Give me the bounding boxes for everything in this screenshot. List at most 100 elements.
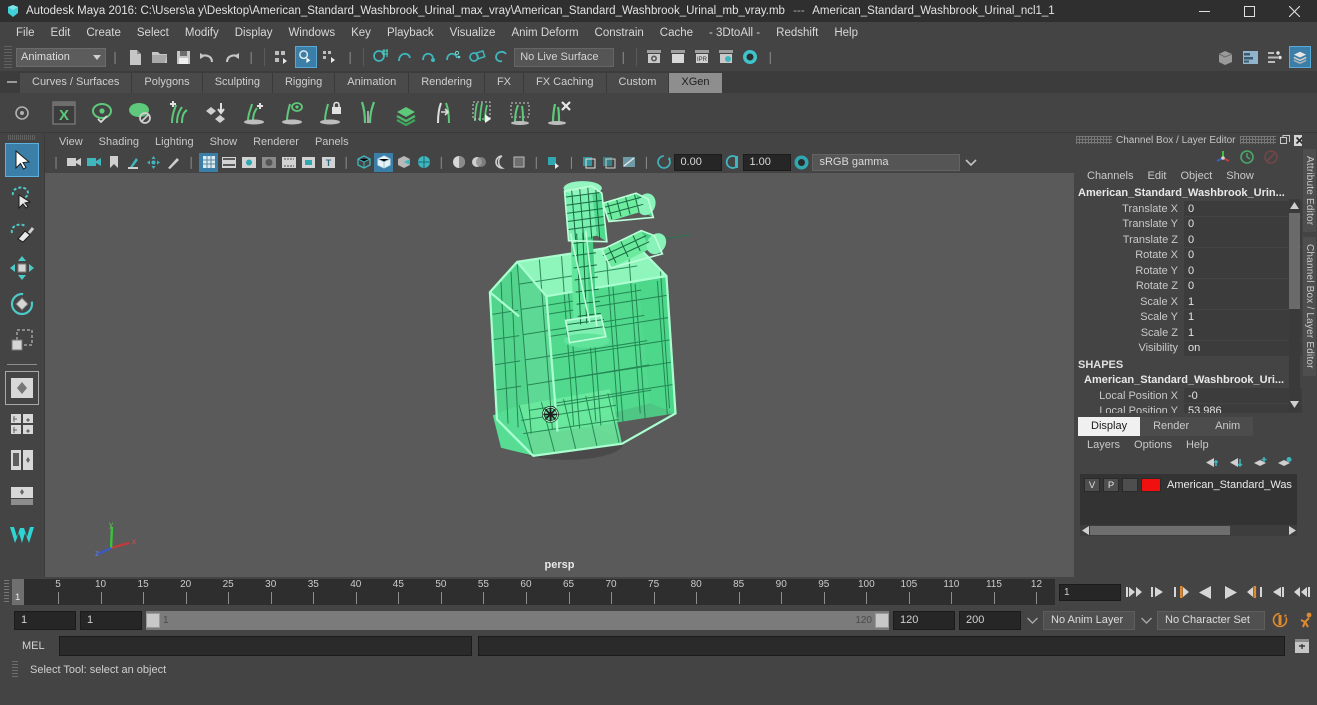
- show-hide-modeling-toolkit-icon[interactable]: [1214, 46, 1236, 68]
- new-scene-icon[interactable]: [124, 46, 146, 68]
- auto-keyframe-icon[interactable]: [1269, 610, 1291, 630]
- color-management-icon[interactable]: [792, 153, 811, 172]
- close-icon[interactable]: [1272, 0, 1317, 22]
- snap-to-curve-icon[interactable]: [394, 46, 416, 68]
- menu-key[interactable]: Key: [343, 25, 379, 41]
- layer-list[interactable]: V P American_Standard_Was: [1080, 474, 1297, 536]
- current-frame-field[interactable]: 1: [1059, 583, 1121, 601]
- character-set-chevron-down-icon[interactable]: [1139, 617, 1153, 624]
- menu-cache[interactable]: Cache: [652, 25, 701, 41]
- statusline-collapse-arrow-5[interactable]: ❘: [763, 50, 777, 64]
- xgen-add-description-icon[interactable]: [238, 97, 270, 129]
- xgen-bake-icon[interactable]: [504, 97, 536, 129]
- xray-active-components-icon[interactable]: [599, 153, 618, 172]
- resolution-gate-icon[interactable]: [239, 153, 258, 172]
- move-layer-up-icon[interactable]: [1204, 455, 1220, 471]
- select-by-component-icon[interactable]: [319, 46, 341, 68]
- xgen-split-guides-icon[interactable]: [352, 97, 384, 129]
- channel-row-translate-y[interactable]: Translate Y 0: [1074, 216, 1302, 233]
- menu-create[interactable]: Create: [78, 25, 129, 41]
- lasso-select-tool-icon[interactable]: [5, 179, 39, 213]
- manipulator-icon[interactable]: [1214, 148, 1232, 166]
- layer-playback-toggle[interactable]: P: [1103, 478, 1119, 492]
- go-to-start-icon[interactable]: [1123, 581, 1145, 603]
- channel-value[interactable]: 0: [1184, 232, 1302, 248]
- step-forward-keyframe-icon[interactable]: [1267, 581, 1289, 603]
- script-editor-icon[interactable]: [1291, 636, 1313, 656]
- layer-visibility-toggle[interactable]: V: [1084, 478, 1100, 492]
- isolate-select-icon[interactable]: [544, 153, 563, 172]
- select-tool-icon[interactable]: [5, 143, 39, 177]
- animation-preferences-icon[interactable]: [1295, 610, 1317, 630]
- layer-color-swatch[interactable]: [1141, 478, 1161, 492]
- perspective-viewport[interactable]: x y z persp: [45, 173, 1074, 577]
- viewport-menu-shading[interactable]: Shading: [91, 135, 147, 149]
- command-input-field[interactable]: [58, 636, 472, 656]
- render-settings-icon[interactable]: [715, 46, 737, 68]
- hscrollbar-thumb[interactable]: [1090, 526, 1230, 535]
- shelf-tab-fx[interactable]: FX: [484, 73, 525, 93]
- camera-attributes-icon[interactable]: [84, 153, 103, 172]
- viewport-toolbar-grip[interactable]: ❘: [49, 155, 63, 169]
- gamma-field[interactable]: 1.00: [743, 153, 792, 171]
- play-backwards-icon[interactable]: [1195, 581, 1217, 603]
- persp-graph-editor-layout-icon[interactable]: [5, 479, 39, 513]
- anim-layer-chevron-down-icon[interactable]: [1025, 617, 1039, 624]
- select-camera-icon[interactable]: [64, 153, 83, 172]
- layer-name[interactable]: American_Standard_Was: [1167, 479, 1292, 491]
- chevron-down-icon[interactable]: [961, 153, 980, 172]
- channel-row-rotate-x[interactable]: Rotate X 0: [1074, 247, 1302, 264]
- shelf-tab-rendering[interactable]: Rendering: [409, 73, 485, 93]
- exposure-icon[interactable]: [654, 153, 673, 172]
- menu-anim-deform[interactable]: Anim Deform: [503, 25, 586, 41]
- show-hide-attribute-editor-icon[interactable]: [1239, 46, 1261, 68]
- xgen-add-collection-icon[interactable]: [162, 97, 194, 129]
- step-back-frame-icon[interactable]: [1171, 581, 1193, 603]
- command-language-label[interactable]: MEL: [14, 640, 53, 652]
- time-slider-grip[interactable]: [0, 578, 12, 606]
- minimize-icon[interactable]: [1182, 0, 1227, 22]
- shelf-tab-rigging[interactable]: Rigging: [272, 73, 336, 93]
- use-default-lighting-icon[interactable]: [449, 153, 468, 172]
- new-layer-icon[interactable]: [1252, 455, 1268, 471]
- channel-value[interactable]: 1: [1184, 309, 1302, 325]
- scroll-right-icon[interactable]: [1287, 526, 1297, 535]
- render-current-frame-icon[interactable]: [667, 46, 689, 68]
- two-d-pan-zoom-icon[interactable]: [144, 153, 163, 172]
- viewport-menu-show[interactable]: Show: [202, 135, 246, 149]
- play-forwards-icon[interactable]: [1219, 581, 1241, 603]
- wireframe-shading-icon[interactable]: [354, 153, 373, 172]
- xgen-editor-icon[interactable]: X: [48, 97, 80, 129]
- film-origin-icon[interactable]: [279, 153, 298, 172]
- animation-start-time-field[interactable]: 1: [14, 610, 76, 630]
- bookmarks-icon[interactable]: [104, 153, 123, 172]
- statusline-collapse-arrow-4[interactable]: ❘: [616, 50, 630, 64]
- layer-list-horizontal-scrollbar[interactable]: [1080, 525, 1297, 536]
- xray-surfaces-icon[interactable]: [619, 153, 638, 172]
- single-perspective-layout-icon[interactable]: [5, 371, 39, 405]
- character-set-selector[interactable]: No Character Set: [1157, 610, 1265, 630]
- playback-end-time-field[interactable]: 120: [893, 610, 955, 630]
- xgen-convert-icon[interactable]: [428, 97, 460, 129]
- scrollbar-thumb[interactable]: [1289, 213, 1300, 309]
- go-to-end-icon[interactable]: [1291, 581, 1313, 603]
- range-end-handle[interactable]: [875, 612, 889, 628]
- time-slider-track[interactable]: 1 5 10 15 20 25 30 35 40 45 50 55 60 65 70 75 80 85 90 95 1…: [12, 579, 1055, 605]
- toolbox-grip-handle[interactable]: [8, 135, 36, 140]
- show-hide-channel-box-icon[interactable]: [1289, 46, 1311, 68]
- smooth-shade-all-icon[interactable]: [374, 152, 394, 172]
- channel-value[interactable]: on: [1184, 340, 1302, 356]
- shelf-grip-handle[interactable]: [4, 71, 20, 93]
- xgen-disable-preview-icon[interactable]: [124, 97, 156, 129]
- animation-end-time-field[interactable]: 200: [959, 610, 1021, 630]
- playback-start-time-field[interactable]: 1: [80, 610, 142, 630]
- xgen-lock-description-icon[interactable]: [314, 97, 346, 129]
- scroll-down-icon[interactable]: [1289, 398, 1300, 411]
- live-surface-field[interactable]: No Live Surface: [514, 47, 615, 67]
- new-layer-from-selected-icon[interactable]: [1276, 455, 1292, 471]
- channel-box-menu-channels[interactable]: Channels: [1080, 169, 1140, 183]
- select-by-hierarchy-icon[interactable]: [271, 46, 293, 68]
- menu-3dtoall[interactable]: - 3DtoAll -: [701, 25, 768, 41]
- flat-shade-icon[interactable]: [394, 153, 413, 172]
- current-time-indicator[interactable]: 1: [12, 579, 24, 605]
